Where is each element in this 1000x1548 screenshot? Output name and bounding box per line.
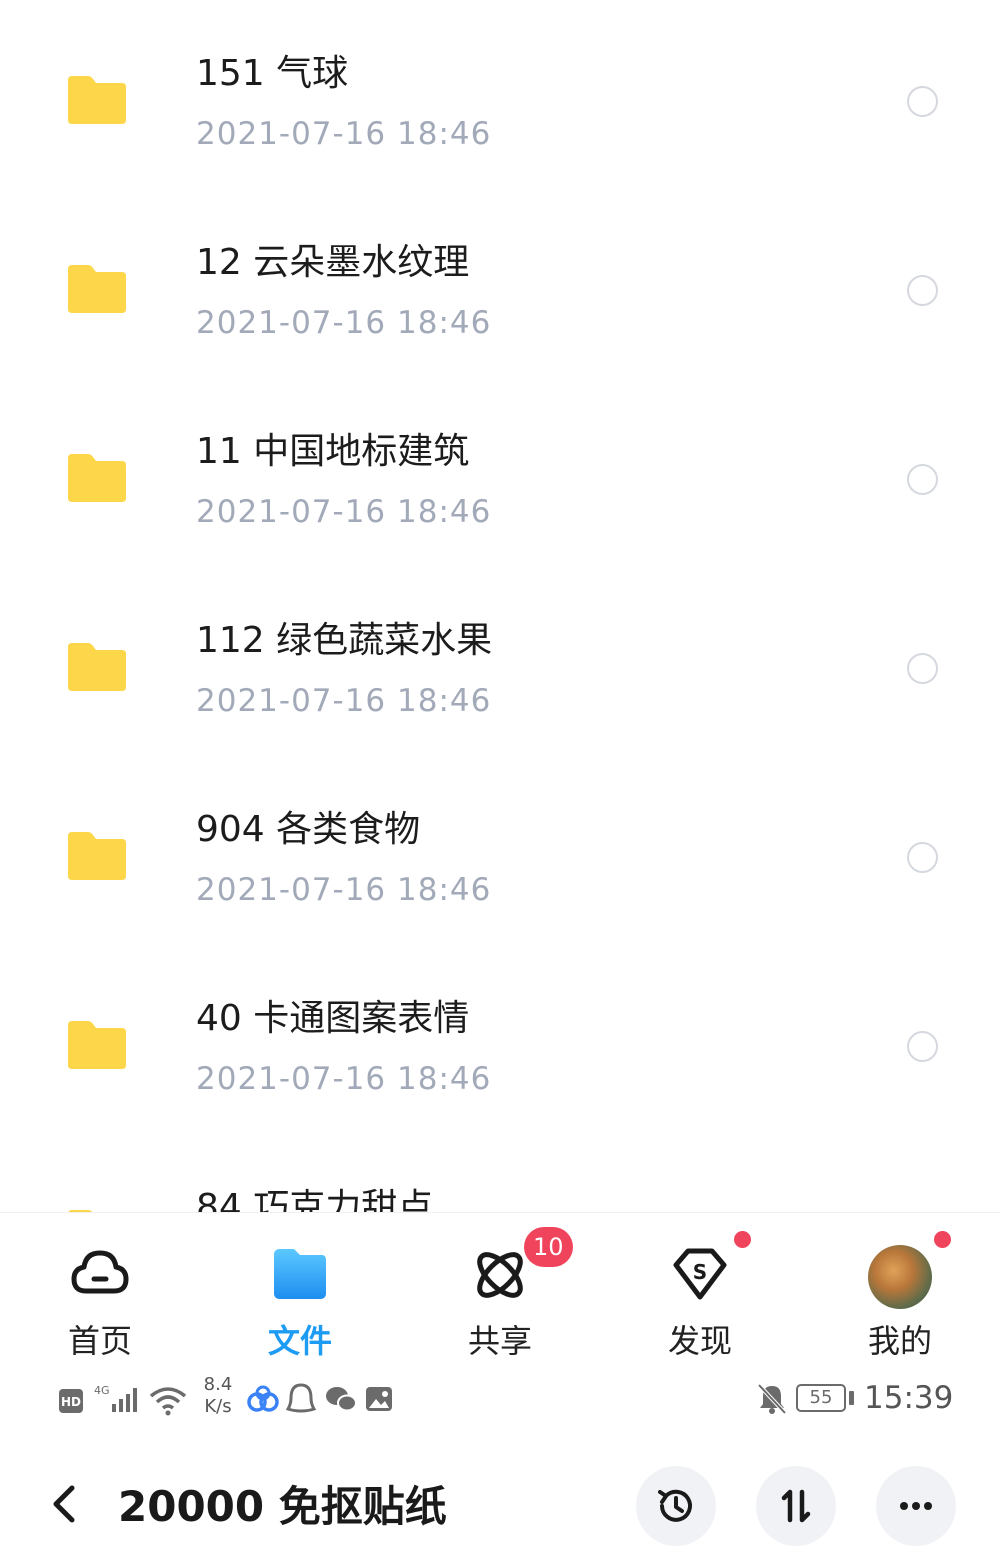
- folder-icon: [66, 639, 128, 693]
- back-arrow-icon[interactable]: [44, 1480, 84, 1528]
- battery-tip: [849, 1391, 854, 1405]
- cloud-icon: [68, 1241, 132, 1305]
- diamond-s-icon: S: [668, 1241, 732, 1305]
- file-row[interactable]: 12 云朵墨水纹理 2021-07-16 18:46: [0, 189, 1000, 378]
- notification-dot: [734, 1231, 751, 1248]
- file-name: 11 中国地标建筑: [196, 431, 470, 472]
- file-date: 2021-07-16 18:46: [196, 116, 492, 152]
- baidu-netdisk-icon: [246, 1384, 280, 1424]
- more-button[interactable]: [876, 1466, 956, 1546]
- select-checkbox[interactable]: [907, 842, 938, 873]
- history-button[interactable]: [636, 1466, 716, 1546]
- battery-indicator: 55: [796, 1384, 846, 1412]
- speed-value: 8.4: [203, 1374, 233, 1395]
- select-checkbox[interactable]: [907, 653, 938, 684]
- notification-badge: 10: [524, 1227, 573, 1267]
- folder-icon: [66, 72, 128, 126]
- network-type: 4G: [94, 1384, 110, 1397]
- file-name: 112 绿色蔬菜水果: [196, 620, 493, 661]
- file-row[interactable]: 151 气球 2021-07-16 18:46: [0, 0, 1000, 189]
- tab-label: 发现: [667, 1322, 732, 1360]
- file-name: 12 云朵墨水纹理: [196, 242, 470, 283]
- file-row[interactable]: 40 卡通图案表情 2021-07-16 18:46: [0, 945, 1000, 1134]
- file-date: 2021-07-16 18:46: [196, 872, 492, 908]
- file-name: 84 巧克力甜点: [196, 1187, 434, 1212]
- hd-label: HD: [61, 1395, 81, 1409]
- share-orbit-icon: [468, 1241, 532, 1305]
- select-checkbox[interactable]: [907, 464, 938, 495]
- wechat-icon: [324, 1384, 358, 1424]
- wifi-icon: [148, 1384, 188, 1424]
- folder-tab-icon: [268, 1241, 332, 1305]
- select-checkbox[interactable]: [907, 1031, 938, 1062]
- select-checkbox[interactable]: [907, 275, 938, 306]
- speed-unit: K/s: [204, 1396, 232, 1417]
- tab-me[interactable]: 我的: [800, 1213, 1000, 1373]
- file-date: 2021-07-16 18:46: [196, 494, 492, 530]
- sort-button[interactable]: [756, 1466, 836, 1546]
- qq-icon: [286, 1382, 316, 1422]
- file-row[interactable]: 904 各类食物 2021-07-16 18:46: [0, 756, 1000, 945]
- file-name: 151 气球: [196, 53, 349, 94]
- tab-discover[interactable]: S 发现: [600, 1213, 800, 1373]
- folder-icon: [66, 1017, 128, 1071]
- select-checkbox[interactable]: [907, 86, 938, 117]
- gallery-icon: [364, 1384, 394, 1424]
- mute-bell-icon: [756, 1382, 788, 1422]
- folder-icon: [66, 261, 128, 315]
- folder-icon: [66, 450, 128, 504]
- file-date: 2021-07-16 18:46: [196, 1061, 492, 1097]
- history-icon: [658, 1489, 692, 1522]
- title-bar: 20000 免抠贴纸: [0, 1428, 1000, 1548]
- tab-label: 我的: [867, 1322, 932, 1360]
- sort-icon: [781, 1489, 811, 1523]
- file-date: 2021-07-16 18:46: [196, 305, 492, 341]
- avatar: [868, 1245, 932, 1309]
- tab-home[interactable]: 首页: [0, 1213, 200, 1373]
- bottom-tab-bar: 首页 文件 10 共享 S 发现 我的: [0, 1212, 1000, 1372]
- svg-text:S: S: [693, 1260, 707, 1284]
- tab-label: 首页: [67, 1322, 132, 1360]
- tab-label: 文件: [267, 1322, 332, 1360]
- folder-icon: [66, 828, 128, 882]
- file-date: 2021-07-16 18:46: [196, 683, 492, 719]
- file-row[interactable]: 84 巧克力甜点: [0, 1134, 1000, 1212]
- file-list: 151 气球 2021-07-16 18:46 12 云朵墨水纹理 2021-0…: [0, 0, 1000, 1212]
- network-speed: 8.4 K/s: [200, 1374, 236, 1418]
- hd-icon: HD: [58, 1388, 84, 1428]
- file-row[interactable]: 11 中国地标建筑 2021-07-16 18:46: [0, 378, 1000, 567]
- file-name: 904 各类食物: [196, 809, 421, 850]
- tab-label: 共享: [467, 1322, 532, 1360]
- notification-dot: [934, 1231, 951, 1248]
- more-icon: [900, 1502, 932, 1510]
- status-time: 15:39: [864, 1380, 954, 1416]
- cellular-signal-icon: 4G: [94, 1382, 144, 1422]
- tab-share[interactable]: 10 共享: [400, 1213, 600, 1373]
- page-title: 20000 免抠贴纸: [118, 1482, 447, 1531]
- tab-files[interactable]: 文件: [200, 1213, 400, 1373]
- file-row[interactable]: 112 绿色蔬菜水果 2021-07-16 18:46: [0, 567, 1000, 756]
- file-name: 40 卡通图案表情: [196, 998, 470, 1039]
